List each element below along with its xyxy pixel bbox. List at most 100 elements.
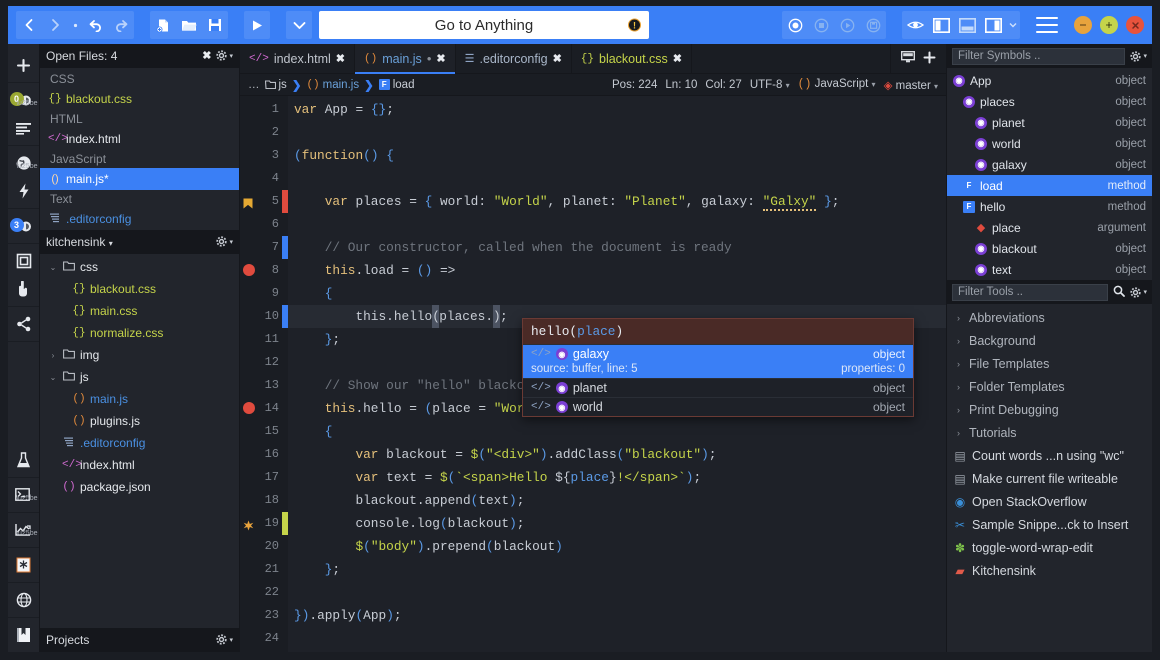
- tool-item-folder-templates[interactable]: ›Folder Templates: [947, 375, 1152, 398]
- code-line-4[interactable]: [288, 167, 946, 190]
- undo-button[interactable]: [82, 11, 108, 39]
- split-view-icon[interactable]: [901, 51, 915, 66]
- gutter-marker-line-6[interactable]: [240, 213, 258, 236]
- tool-twisty-icon[interactable]: ›: [953, 382, 964, 392]
- symbol-item-planet[interactable]: ◉planetobject: [947, 112, 1152, 133]
- gutter-marker-line-24[interactable]: [240, 627, 258, 650]
- tool-item-tutorials[interactable]: ›Tutorials: [947, 421, 1152, 444]
- gutter-marker-line-18[interactable]: [240, 489, 258, 512]
- open-file-main-js[interactable]: () main.js*: [40, 168, 239, 190]
- minimize-button[interactable]: [1074, 16, 1092, 34]
- rail-outline-icon[interactable]: [9, 114, 39, 142]
- symbol-item-App[interactable]: ◉Appobject: [947, 70, 1152, 91]
- code-line-6[interactable]: [288, 213, 946, 236]
- gutter-marker-line-14[interactable]: [240, 397, 258, 420]
- gutter-marker-line-4[interactable]: [240, 167, 258, 190]
- tool-twisty-icon[interactable]: ›: [953, 359, 964, 369]
- tool-twisty-icon[interactable]: ›: [953, 405, 964, 415]
- autocomplete-item-galaxy[interactable]: </>◉galaxyobject: [523, 344, 913, 363]
- autocomplete-item-planet[interactable]: </>◉planetobject: [523, 378, 913, 397]
- chevron-down-icon[interactable]: \u25be: [16, 530, 37, 537]
- new-file-button[interactable]: [150, 11, 176, 39]
- open-files-close-icon[interactable]: ✖: [202, 49, 211, 62]
- breadcrumb-item-load[interactable]: F load: [379, 79, 415, 91]
- code-line-22[interactable]: [288, 581, 946, 604]
- tree-item-main-css[interactable]: {}main.css: [40, 300, 239, 322]
- code-line-19[interactable]: console.log(blackout);: [288, 512, 946, 535]
- add-pane-button[interactable]: [9, 51, 39, 79]
- code-line-17[interactable]: var text = $(`<span>Hello ${place}!</spa…: [288, 466, 946, 489]
- editor-marker-gutter[interactable]: [240, 96, 258, 652]
- breadcrumb-item-main-js[interactable]: () main.js: [306, 79, 359, 91]
- gutter-marker-line-5[interactable]: [240, 190, 258, 213]
- tool-item-count-words-n-using-wc-[interactable]: ▤Count words ...n using "wc": [947, 444, 1152, 467]
- layout-left-pane-button[interactable]: [930, 15, 952, 35]
- macro-save-button[interactable]: [860, 11, 886, 39]
- breakpoint-icon[interactable]: [243, 402, 255, 414]
- back-button[interactable]: [16, 11, 42, 39]
- layout-dropdown-button[interactable]: [1006, 11, 1020, 39]
- tools-gear-icon[interactable]: ▾: [1130, 287, 1147, 298]
- open-file-editorconfig[interactable]: .editorconfig: [40, 208, 239, 230]
- rail-quick-command-icon[interactable]: [9, 177, 39, 205]
- tool-twisty-icon[interactable]: ›: [953, 313, 964, 323]
- gutter-marker-line-21[interactable]: [240, 558, 258, 581]
- tool-twisty-icon[interactable]: ›: [953, 336, 964, 346]
- tools-filter-input[interactable]: Filter Tools ..: [952, 284, 1108, 301]
- rail-share-icon[interactable]: [9, 310, 39, 338]
- new-tab-icon[interactable]: [923, 51, 936, 67]
- tool-item-file-templates[interactable]: ›File Templates: [947, 352, 1152, 375]
- tree-item--editorconfig[interactable]: .editorconfig: [40, 432, 239, 454]
- tool-item-open-stackoverflow[interactable]: ◉Open StackOverflow: [947, 490, 1152, 513]
- tool-item-kitchensink[interactable]: ▰Kitchensink: [947, 559, 1152, 582]
- gutter-marker-line-20[interactable]: [240, 535, 258, 558]
- encoding-selector[interactable]: UTF-8 ▾: [750, 79, 790, 91]
- editor-tab--editorconfig[interactable]: ☰.editorconfig✖: [456, 44, 572, 73]
- code-line-5[interactable]: var places = { world: "World", planet: "…: [288, 190, 946, 213]
- gutter-marker-line-15[interactable]: [240, 420, 258, 443]
- code-line-20[interactable]: $("body").prepend(blackout): [288, 535, 946, 558]
- rail-source-control-icon[interactable]: 3: [9, 212, 39, 240]
- tree-item-plugins-js[interactable]: ()plugins.js: [40, 410, 239, 432]
- tab-close-icon[interactable]: ✖: [336, 52, 345, 65]
- code-line-8[interactable]: this.load = () =>: [288, 259, 946, 282]
- rail-snippets-icon[interactable]: [9, 551, 39, 579]
- gutter-marker-line-1[interactable]: [240, 98, 258, 121]
- macro-record-button[interactable]: [782, 11, 808, 39]
- gutter-marker-line-17[interactable]: [240, 466, 258, 489]
- tree-item-js[interactable]: ⌄js: [40, 366, 239, 388]
- forward-button[interactable]: [42, 11, 68, 39]
- symbol-item-text[interactable]: ◉textobject: [947, 259, 1152, 280]
- symbol-item-load[interactable]: Floadmethod: [947, 175, 1152, 196]
- redo-button[interactable]: [108, 11, 134, 39]
- tab-close-icon[interactable]: ✖: [553, 52, 562, 65]
- rail-notifications-icon[interactable]: 0 \u25be: [9, 86, 39, 114]
- tree-twisty-icon[interactable]: ⌄: [48, 263, 58, 272]
- gutter-marker-line-25[interactable]: [240, 650, 258, 652]
- chevron-down-icon[interactable]: \u25be: [16, 495, 37, 502]
- rail-bookmarks-icon[interactable]: [9, 621, 39, 649]
- tool-item-abbreviations[interactable]: ›Abbreviations: [947, 306, 1152, 329]
- rail-places-icon[interactable]: [9, 247, 39, 275]
- go-to-anything-input[interactable]: Go to Anything !: [319, 11, 649, 39]
- symbol-item-hello[interactable]: Fhellomethod: [947, 196, 1152, 217]
- gutter-marker-line-11[interactable]: [240, 328, 258, 351]
- breadcrumb-ellipsis[interactable]: …: [248, 79, 260, 91]
- code-line-16[interactable]: var blackout = $("<div>").addClass("blac…: [288, 443, 946, 466]
- chevron-down-icon[interactable]: \u25be: [16, 163, 37, 170]
- code-line-23[interactable]: }).apply(App);: [288, 604, 946, 627]
- project-gear-icon[interactable]: ▾: [216, 236, 233, 247]
- gutter-marker-line-8[interactable]: [240, 259, 258, 282]
- code-line-1[interactable]: var App = {};: [288, 98, 946, 121]
- rail-terminal-icon[interactable]: \u25be: [9, 481, 39, 509]
- symbol-item-world[interactable]: ◉worldobject: [947, 133, 1152, 154]
- gutter-marker-line-13[interactable]: [240, 374, 258, 397]
- autocomplete-popup[interactable]: hello(place) </>◉galaxyobjectsource: buf…: [522, 318, 914, 417]
- branch-selector[interactable]: ◈ master ▾: [884, 78, 938, 92]
- autocomplete-list[interactable]: </>◉galaxyobjectsource: buffer, line: 5p…: [523, 344, 913, 416]
- preview-eye-icon[interactable]: [902, 11, 928, 39]
- editor-viewport[interactable]: 1234567891011121314151617181920212223242…: [240, 96, 946, 652]
- navigation-dropdown-button[interactable]: [68, 11, 82, 39]
- tree-item-img[interactable]: ›img: [40, 344, 239, 366]
- open-file-index-html[interactable]: </> index.html: [40, 128, 239, 150]
